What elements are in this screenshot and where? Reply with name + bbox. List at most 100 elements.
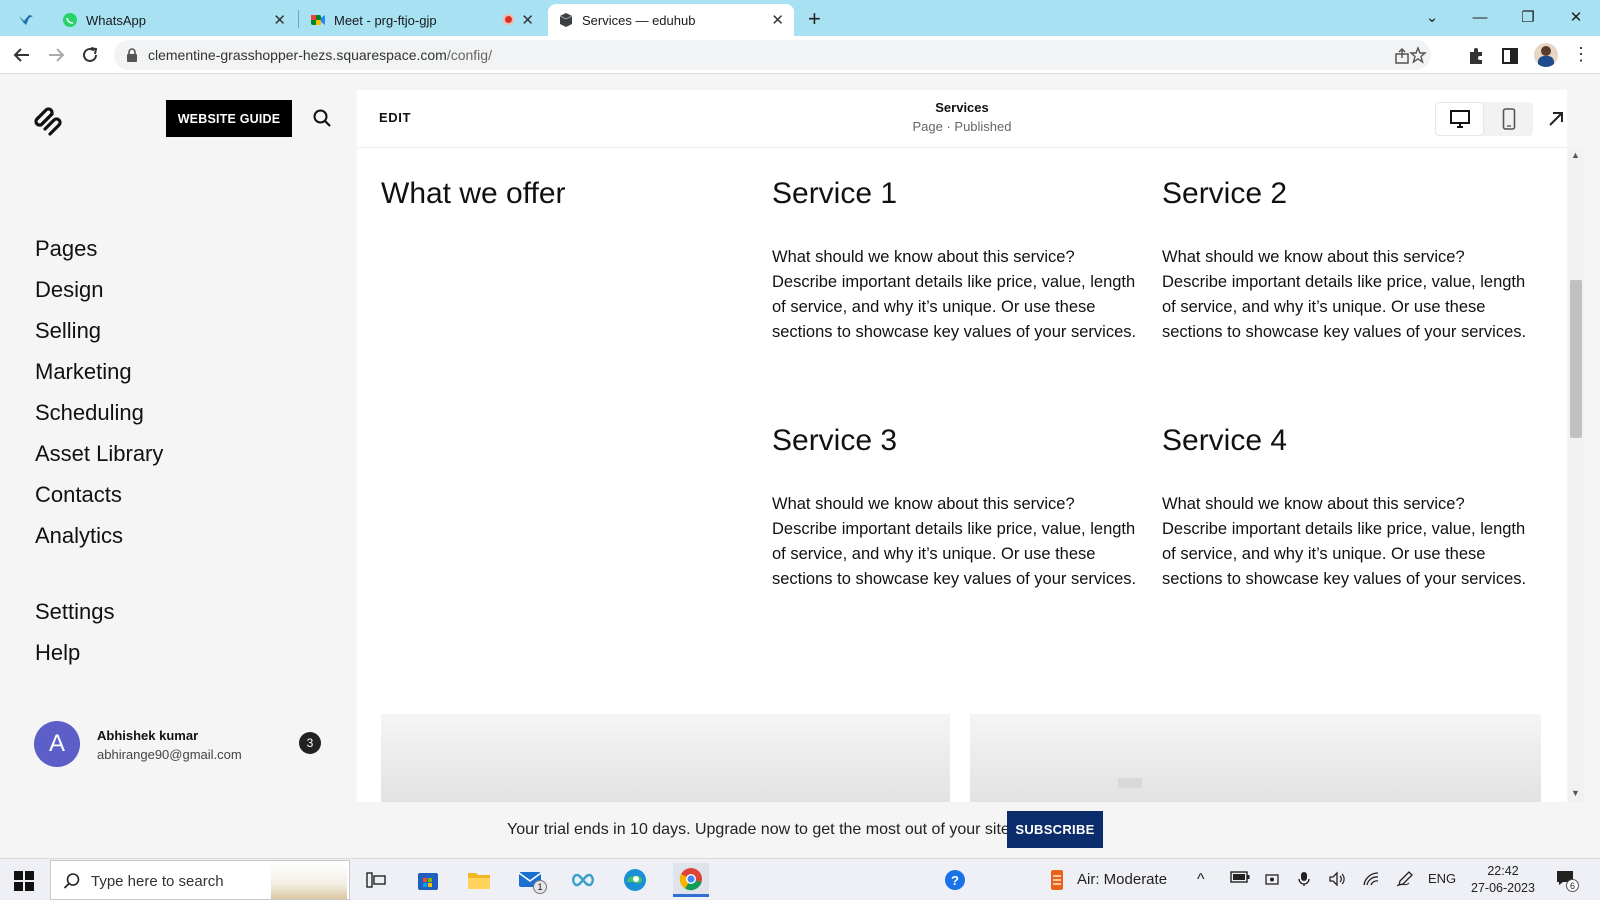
trial-banner: Your trial ends in 10 days. Upgrade now … [0, 802, 1600, 858]
forward-icon[interactable] [44, 44, 68, 66]
service-card[interactable]: Service 1 What should we know about this… [772, 177, 1137, 345]
wifi-icon[interactable] [1362, 871, 1380, 890]
microphone-icon[interactable] [1298, 871, 1310, 890]
back-icon[interactable] [10, 44, 34, 66]
taskbar-clock[interactable]: 22:42 27-06-2023 [1468, 863, 1538, 897]
window-close-icon[interactable]: ✕ [1556, 4, 1596, 30]
tab-meet[interactable]: Meet - prg-ftjo-gjp ✕ [300, 4, 544, 36]
meet-now-icon[interactable] [1264, 871, 1280, 890]
service-title: Service 4 [1162, 424, 1288, 457]
mobile-view-button[interactable] [1484, 102, 1533, 136]
scroll-up-arrow-icon[interactable]: ▲ [1571, 150, 1580, 160]
microsoft-store-icon[interactable] [414, 866, 442, 894]
browser-menu-icon[interactable]: ⋮ [1572, 44, 1590, 65]
battery-icon[interactable] [1230, 871, 1250, 886]
volume-icon[interactable] [1328, 871, 1346, 890]
bird-icon [19, 15, 33, 25]
notification-badge[interactable]: 3 [299, 732, 321, 754]
service-card[interactable]: Service 3 What should we know about this… [772, 424, 1137, 592]
scroll-down-arrow-icon[interactable]: ▼ [1571, 788, 1580, 798]
sidebar-item-analytics[interactable]: Analytics [35, 523, 123, 549]
lock-icon [127, 48, 137, 62]
device-view-toggle [1435, 102, 1533, 136]
tab-pinned[interactable] [8, 4, 50, 36]
sidebar-item-design[interactable]: Design [35, 277, 103, 303]
sidebar-item-help[interactable]: Help [35, 640, 80, 666]
taskbar-search-placeholder: Type here to search [91, 873, 224, 890]
sidebar-item-selling[interactable]: Selling [35, 318, 101, 344]
extensions-puzzle-icon[interactable] [1466, 46, 1486, 66]
url-text: clementine-grasshopper-hezs.squarespace.… [148, 47, 492, 63]
show-hidden-icons-chevron-icon[interactable]: ^ [1197, 871, 1205, 889]
infinity-app-icon[interactable] [569, 866, 597, 894]
sidebar-item-settings[interactable]: Settings [35, 599, 115, 625]
sidebar-item-contacts[interactable]: Contacts [35, 482, 122, 508]
tab-whatsapp[interactable]: WhatsApp ✕ [52, 4, 296, 36]
taskbar-search-box[interactable]: Type here to search [50, 860, 350, 900]
new-tab-icon[interactable]: + [808, 6, 821, 32]
tab-search-chevron-icon[interactable]: ⌄ [1412, 4, 1452, 30]
chrome-taskbar-button[interactable] [673, 863, 709, 897]
weather-status[interactable]: Air: Moderate [1077, 871, 1167, 888]
sidebar-item-asset-library[interactable]: Asset Library [35, 441, 163, 467]
close-tab-icon[interactable]: ✕ [521, 11, 534, 29]
service-card[interactable]: Service 2 What should we know about this… [1162, 177, 1527, 345]
input-language[interactable]: ENG [1428, 871, 1456, 886]
avatar: A [34, 721, 80, 767]
clock-date: 27-06-2023 [1471, 881, 1535, 895]
close-tab-icon[interactable]: ✕ [273, 11, 286, 29]
mail-badge: 1 [533, 880, 547, 894]
close-tab-icon[interactable]: ✕ [771, 11, 784, 29]
pen-icon[interactable] [1396, 871, 1414, 890]
service-description: What should we know about this service? … [1162, 248, 1527, 341]
account-email: abhirange90@gmail.com [97, 747, 242, 762]
notification-count-badge: 6 [1566, 879, 1579, 892]
edge-browser-icon[interactable] [621, 866, 649, 894]
file-explorer-icon[interactable] [465, 866, 493, 894]
notification-center-icon[interactable]: 6 [1555, 869, 1579, 892]
open-external-arrow-icon[interactable] [1545, 108, 1567, 130]
bookmark-star-icon[interactable] [1409, 46, 1427, 64]
windows-start-icon[interactable] [14, 871, 34, 891]
restore-icon[interactable]: ❐ [1508, 4, 1548, 30]
search-icon[interactable] [312, 108, 332, 128]
profile-avatar[interactable] [1534, 43, 1558, 67]
mail-icon[interactable]: 1 [517, 866, 547, 894]
reload-icon[interactable] [78, 44, 102, 66]
editor-header: EDIT Services Page · Published [357, 90, 1567, 148]
service-description: What should we know about this service? … [772, 495, 1137, 588]
desktop-icon [1449, 110, 1470, 128]
sidebar-item-scheduling[interactable]: Scheduling [35, 400, 144, 426]
account-menu[interactable]: A Abhishek kumar abhirange90@gmail.com 3 [34, 721, 324, 771]
task-view-icon[interactable] [362, 866, 390, 894]
scrollbar-thumb[interactable] [1570, 280, 1582, 438]
minimize-icon[interactable]: — [1460, 4, 1500, 30]
browser-tab-strip: WhatsApp ✕ Meet - prg-ftjo-gjp ✕ Service… [0, 0, 1600, 36]
url-path: /config/ [446, 47, 492, 63]
subscribe-button[interactable]: SUBSCRIBE [1007, 811, 1103, 848]
service-card[interactable]: Service 4 What should we know about this… [1162, 424, 1527, 592]
desktop-view-button[interactable] [1435, 102, 1484, 136]
help-icon[interactable]: ? [941, 866, 969, 894]
squarespace-cube-icon [559, 13, 573, 27]
trial-message: Your trial ends in 10 days. Upgrade now … [507, 821, 1015, 838]
image-block[interactable] [970, 714, 1541, 802]
search-highlight-illustration [271, 863, 347, 899]
tab-title: WhatsApp [86, 12, 146, 28]
image-block[interactable] [381, 714, 950, 802]
url-host: clementine-grasshopper-hezs.squarespace.… [148, 47, 447, 63]
meet-icon [311, 15, 325, 25]
squarespace-logo-icon[interactable] [32, 104, 64, 136]
service-title: Service 1 [772, 177, 898, 210]
website-guide-button[interactable]: WEBSITE GUIDE [166, 100, 292, 137]
page-canvas[interactable]: What we offer Service 1 What should we k… [357, 149, 1567, 802]
side-panel-icon[interactable] [1500, 46, 1520, 66]
sidebar-item-pages[interactable]: Pages [35, 236, 97, 262]
clock-time: 22:42 [1487, 864, 1519, 878]
windows-taskbar: Type here to search 1 ? Air: Moderate ^ [0, 858, 1600, 900]
editor-scrollbar[interactable]: ▲ ▼ [1568, 148, 1584, 802]
sidebar-item-marketing[interactable]: Marketing [35, 359, 132, 385]
tab-services-eduhub[interactable]: Services — eduhub ✕ [548, 4, 794, 36]
address-bar[interactable]: clementine-grasshopper-hezs.squarespace.… [114, 40, 1431, 70]
account-name: Abhishek kumar [97, 728, 199, 743]
